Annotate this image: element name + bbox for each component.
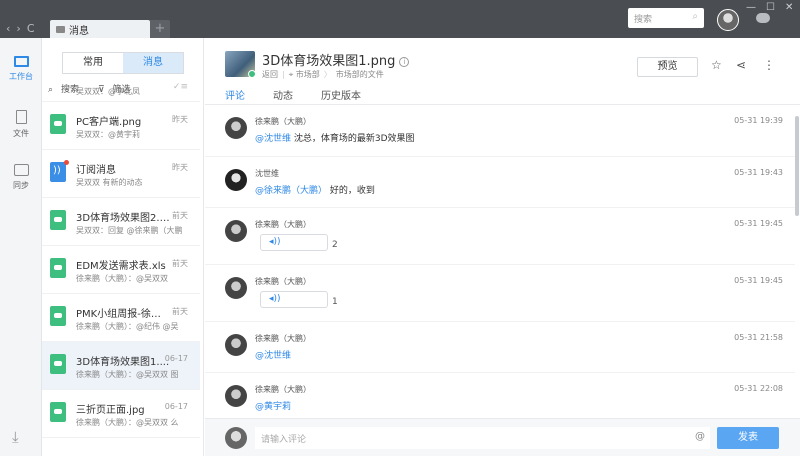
breadcrumb: 返回 | ⌖ 市场部〉市场部的文件	[262, 70, 384, 79]
nav-controls[interactable]: ‹›C	[6, 22, 41, 35]
preview-button[interactable]: 预览	[637, 57, 698, 77]
avatar[interactable]	[225, 277, 247, 299]
message-items: 吴双双：@李北凤 PC客户端.png 昨天 吴双双：@黄宇莉 )) 订阅消息 昨…	[42, 87, 200, 438]
info-icon[interactable]: i	[399, 57, 410, 67]
left-rail: 工作台 文件 同步 ⤓	[0, 38, 42, 456]
comment-item: 徐来鹏（大鹏） 05-31 19:39 @沈世维 沈总，体育场的最新3D效果图	[205, 105, 795, 157]
avatar[interactable]	[225, 117, 247, 139]
list-item[interactable]: 三折页正面.jpg 06-17 徐来鹏（大鹏）：@吴双双 么	[42, 390, 200, 438]
title-bar: ‹›C 消息 + 搜索 ⌕ — ☐ ✕	[0, 0, 800, 38]
voice-duration: 2	[332, 240, 338, 250]
download-icon[interactable]: ⤓	[12, 428, 28, 446]
share-icon[interactable]: ⋖	[736, 58, 746, 72]
location-pin-icon: ⌖	[288, 70, 294, 79]
list-item[interactable]: )) 订阅消息 昨天 吴双双 有新的动态	[42, 150, 200, 198]
list-item[interactable]: PC客户端.png 昨天 吴双双：@黄宇莉	[42, 102, 200, 150]
back-link[interactable]: 返回	[262, 70, 278, 79]
rail-item-workbench[interactable]: 工作台	[0, 56, 42, 82]
global-search-input[interactable]: 搜索 ⌕	[628, 8, 704, 28]
list-item[interactable]: 3D体育场效果图2.png 前天 吴双双：回复 @徐来鹏（大鹏	[42, 198, 200, 246]
search-icon: ⌕	[692, 11, 698, 22]
document-file-icon	[50, 306, 66, 326]
more-options-icon[interactable]: ⋮	[763, 58, 775, 72]
refresh-icon[interactable]: C	[27, 22, 41, 35]
voice-message-player[interactable]: ◂))	[260, 234, 328, 251]
mention-button[interactable]: @	[695, 431, 705, 442]
close-icon[interactable]: ✕	[785, 2, 793, 13]
comment-item: 沈世维 05-31 19:43 @徐来鹏（大鹏） 好的，收到	[205, 157, 795, 208]
comment-item: 徐来鹏（大鹏） 05-31 19:45 ◂)) 1	[205, 265, 795, 322]
back-arrow-icon[interactable]: ‹	[6, 22, 16, 35]
avatar[interactable]	[225, 169, 247, 191]
segmented-control: 常用 消息	[62, 52, 184, 74]
file-title: 3D体育场效果图1.png i	[262, 50, 410, 69]
rss-icon: ))	[50, 162, 66, 182]
image-file-icon	[50, 354, 66, 374]
audio-wave-icon: ◂))	[269, 294, 281, 304]
audio-wave-icon: ◂))	[269, 237, 281, 247]
crumb-department[interactable]: 市场部	[296, 70, 320, 79]
image-file-icon	[50, 402, 66, 422]
comment-input[interactable]: 请输入评论	[255, 427, 710, 449]
minimize-icon[interactable]: —	[746, 2, 756, 13]
segment-messages[interactable]: 消息	[123, 53, 183, 73]
avatar	[225, 427, 247, 449]
list-item[interactable]: EDM发送需求表.xls 前天 徐来鹏（大鹏）：@吴双双	[42, 246, 200, 294]
comments-scrollbar[interactable]	[795, 116, 799, 216]
crumb-folder[interactable]: 市场部的文件	[336, 70, 384, 79]
comment-list: 徐来鹏（大鹏） 05-31 19:39 @沈世维 沈总，体育场的最新3D效果图 …	[205, 105, 795, 417]
spreadsheet-file-icon	[50, 258, 66, 278]
forward-arrow-icon[interactable]: ›	[16, 22, 26, 35]
rail-item-sync[interactable]: 同步	[0, 164, 42, 191]
segment-frequent[interactable]: 常用	[63, 53, 123, 73]
user-avatar[interactable]	[717, 9, 739, 31]
sync-folder-icon	[13, 164, 29, 176]
tab-label: 消息	[69, 25, 89, 37]
comment-composer: 请输入评论 @ 发表	[205, 418, 800, 456]
tab-messages[interactable]: 消息	[50, 20, 150, 38]
comment-item: 徐来鹏（大鹏） 05-31 19:45 ◂)) 2	[205, 208, 795, 265]
send-button[interactable]: 发表	[717, 427, 779, 449]
file-detail-pane: 3D体育场效果图1.png i 返回 | ⌖ 市场部〉市场部的文件 预览 ☆ ⋖ ⋮ …	[205, 38, 800, 456]
comment-item: 徐来鹏（大鹏） 05-31 22:08 @黄宇莉	[205, 373, 795, 417]
chat-bubble-icon	[56, 25, 65, 33]
message-list-pane: 常用 消息 ⌕ 搜索 ⊽ 筛选 ✓≡ 吴双双：@李北凤 PC客户端.png 昨天 吴…	[42, 38, 204, 456]
unread-dot	[64, 160, 69, 165]
cloud-sync-icon[interactable]	[756, 13, 770, 23]
maximize-icon[interactable]: ☐	[766, 2, 775, 13]
image-file-icon	[50, 114, 66, 134]
voice-duration: 1	[332, 297, 338, 307]
avatar[interactable]	[225, 385, 247, 407]
monitor-icon	[13, 56, 29, 67]
mention-link[interactable]: @沈世维	[255, 134, 291, 144]
voice-message-player[interactable]: ◂))	[260, 291, 328, 308]
image-file-icon	[50, 210, 66, 230]
avatar[interactable]	[225, 220, 247, 242]
list-item-selected[interactable]: 3D体育场效果图1.... 06-17 徐来鹏（大鹏）：@吴双双 图	[42, 342, 200, 390]
rail-item-files[interactable]: 文件	[0, 110, 42, 139]
mention-link[interactable]: @沈世维	[255, 351, 291, 361]
list-item-partial[interactable]: 吴双双：@李北凤	[42, 87, 200, 102]
comment-item: 徐来鹏（大鹏） 05-31 21:58 @沈世维	[205, 322, 795, 373]
list-item[interactable]: PMK小组周报-徐来... 前天 徐来鹏（大鹏）：@纪伟 @吴	[42, 294, 200, 342]
mention-link[interactable]: @徐来鹏（大鹏）	[255, 186, 327, 196]
document-icon	[15, 110, 27, 124]
avatar[interactable]	[225, 334, 247, 356]
synced-check-icon	[248, 70, 256, 78]
new-tab-button[interactable]: +	[150, 20, 170, 38]
star-icon[interactable]: ☆	[711, 58, 722, 72]
mention-link[interactable]: @黄宇莉	[255, 402, 291, 412]
